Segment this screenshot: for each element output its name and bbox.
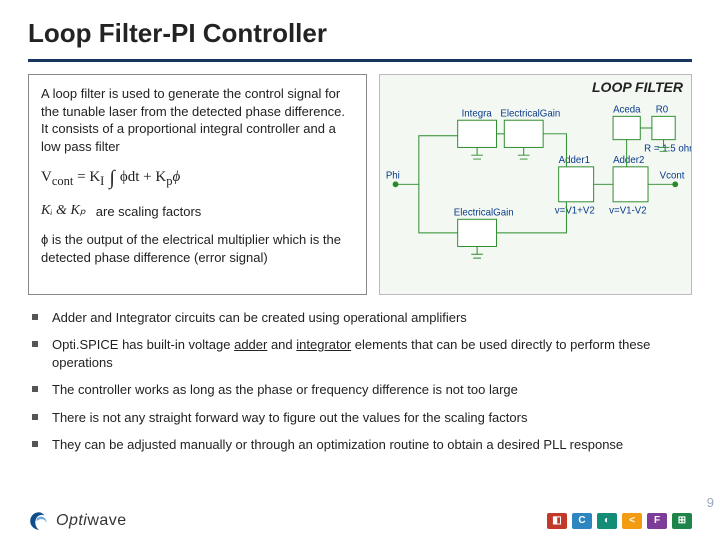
bullet-item: There is not any straight forward way to…	[32, 409, 688, 427]
adder1-label: Adder1	[559, 155, 590, 166]
scaling-symbols: Kᵢ & Kₚ	[41, 202, 86, 221]
footer: Optiwave ◧ C ◐ < F ⊞	[28, 510, 692, 532]
logo-text-b: wave	[87, 512, 126, 529]
formula: Vcont = KI ∫ ϕdt + Kpϕ	[41, 165, 354, 192]
upper-row: A loop filter is used to generate the co…	[28, 74, 692, 295]
wire	[419, 184, 458, 233]
wire	[396, 136, 458, 185]
aceda-block	[613, 116, 640, 139]
logo: Optiwave	[28, 510, 127, 532]
badge-glyph: F	[654, 516, 660, 526]
page-number: 9	[707, 495, 714, 510]
r0-value: R = 1.5 ohm	[644, 143, 691, 154]
formula-v: V	[41, 169, 52, 185]
badge-glyph: ◐	[604, 516, 610, 526]
formula-eq: = K	[73, 169, 100, 185]
formula-sub: cont	[52, 174, 74, 188]
gain-top-label: ElectricalGain	[501, 108, 561, 119]
badge-row: ◧ C ◐ < F ⊞	[547, 513, 692, 529]
badge-glyph: ⊞	[678, 516, 686, 526]
formula-phi: ϕ	[172, 169, 180, 185]
bullet-item: The controller works as long as the phas…	[32, 381, 688, 399]
product-badge-icon: F	[647, 513, 667, 529]
phi-output-paragraph: ϕ is the output of the electrical multip…	[41, 231, 354, 266]
scaling-text: are scaling factors	[96, 203, 202, 221]
scaling-row: Kᵢ & Kₚ are scaling factors	[41, 202, 354, 221]
bullet-item: Adder and Integrator circuits can be cre…	[32, 309, 688, 327]
bullet-text: They can be adjusted manually or through…	[52, 436, 623, 454]
bullet-list: Adder and Integrator circuits can be cre…	[28, 309, 692, 454]
adder1-block	[559, 167, 594, 202]
product-badge-icon: ◧	[547, 513, 567, 529]
bullet-text: There is not any straight forward way to…	[52, 409, 527, 427]
gain-bottom-label: ElectricalGain	[454, 207, 514, 218]
badge-glyph: ◧	[552, 516, 561, 526]
bullet-marker-icon	[32, 314, 38, 320]
logo-icon	[28, 510, 50, 532]
ground-icon	[472, 246, 484, 258]
product-badge-icon: C	[572, 513, 592, 529]
adder2-label: Adder2	[613, 155, 644, 166]
intro-paragraph: A loop filter is used to generate the co…	[41, 85, 354, 155]
page-title: Loop Filter-PI Controller	[28, 18, 692, 57]
logo-text-a: Opti	[56, 512, 87, 529]
adder1-eq: v=V1+V2	[555, 205, 595, 216]
formula-phidt: ϕdt + K	[120, 169, 166, 185]
ground-icon	[518, 147, 530, 159]
bullet-text: Opti.SPICE has built-in voltage adder an…	[52, 336, 688, 371]
adder2-eq: v=V1-V2	[609, 205, 647, 216]
phi-label: Phi	[386, 170, 400, 181]
aceda-label: Aceda	[613, 104, 641, 115]
bullet-marker-icon	[32, 441, 38, 447]
bullet-text: The controller works as long as the phas…	[52, 381, 518, 399]
badge-glyph: <	[629, 516, 635, 526]
adder2-block	[613, 167, 648, 202]
bullet-item: They can be adjusted manually or through…	[32, 436, 688, 454]
title-underline	[28, 59, 692, 62]
loop-filter-diagram: Phi Integra ElectricalGain ElectricalGai…	[380, 75, 691, 294]
r0-label: R0	[656, 104, 669, 115]
bullet-marker-icon	[32, 341, 38, 347]
vcont-label: Vcont	[660, 170, 685, 181]
product-badge-icon: ⊞	[672, 513, 692, 529]
product-badge-icon: <	[622, 513, 642, 529]
product-badge-icon: ◐	[597, 513, 617, 529]
bullet-marker-icon	[32, 414, 38, 420]
r0-block	[652, 116, 675, 139]
ground-icon	[472, 147, 484, 159]
vcont-node	[673, 181, 679, 187]
description-box: A loop filter is used to generate the co…	[28, 74, 367, 295]
diagram-box: LOOP FILTER Phi Integra ElectricalGain E…	[379, 74, 692, 295]
slide: Loop Filter-PI Controller A loop filter …	[0, 0, 720, 540]
formula-integral: ∫	[104, 167, 119, 189]
bullet-item: Opti.SPICE has built-in voltage adder an…	[32, 336, 688, 371]
bullet-text: Adder and Integrator circuits can be cre…	[52, 309, 467, 327]
gain-top-block	[505, 120, 544, 147]
gain-bottom-block	[458, 219, 497, 246]
badge-glyph: C	[578, 516, 585, 526]
integrator-block	[458, 120, 497, 147]
diagram-title: LOOP FILTER	[592, 79, 683, 95]
integrator-label: Integra	[462, 108, 493, 119]
logo-text: Optiwave	[56, 512, 127, 530]
bullet-marker-icon	[32, 386, 38, 392]
